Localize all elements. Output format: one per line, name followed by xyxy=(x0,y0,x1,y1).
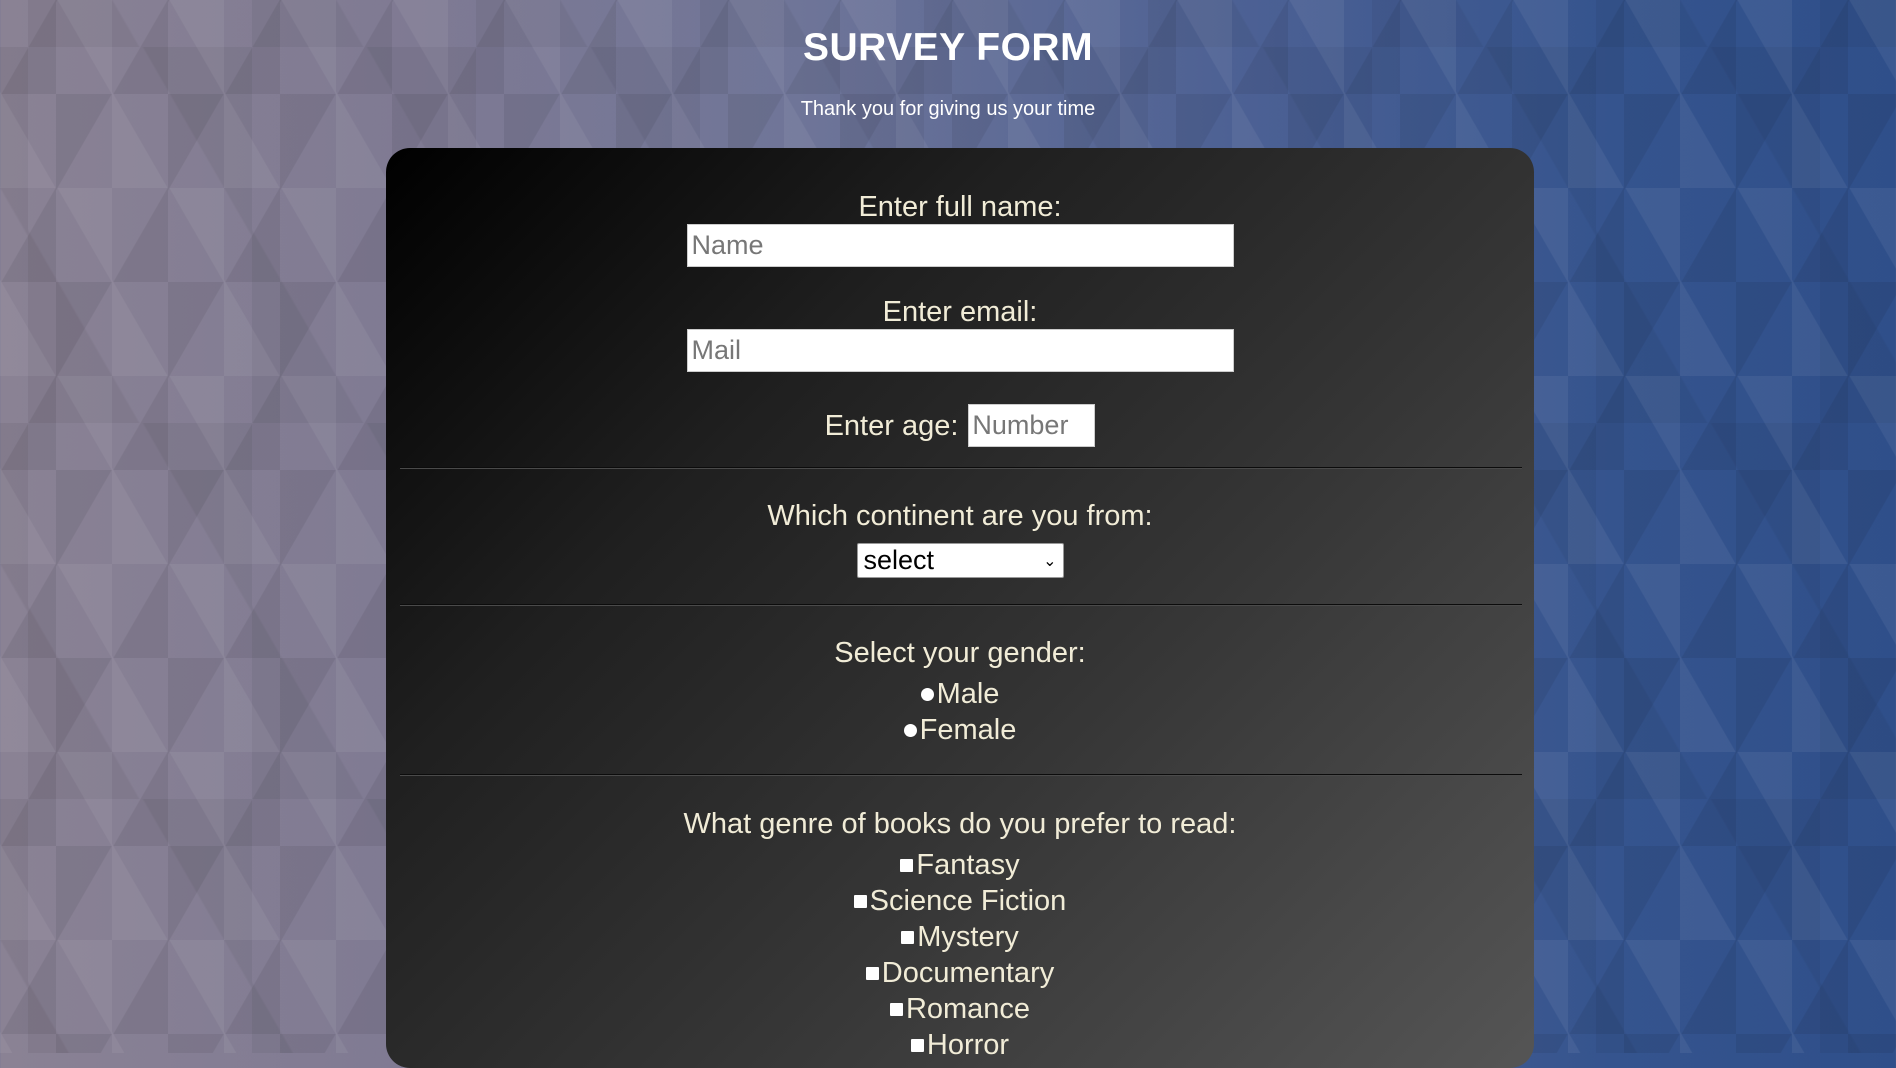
divider xyxy=(400,774,1522,776)
continent-select-value: select xyxy=(863,545,935,575)
genre-option-romance[interactable]: Romance xyxy=(400,991,1520,1027)
option-label: Male xyxy=(936,678,1000,710)
age-input[interactable] xyxy=(968,404,1096,447)
gender-section: Select your gender: Male Female xyxy=(400,636,1520,748)
checkbox[interactable] xyxy=(901,930,915,944)
option-label: Fantasy xyxy=(916,849,1020,881)
name-input[interactable] xyxy=(686,224,1234,267)
name-label: Enter full name: xyxy=(858,191,1062,223)
option-label: Science Fiction xyxy=(869,885,1067,917)
age-section: Enter age: xyxy=(400,404,1520,447)
divider xyxy=(400,467,1522,469)
radio-button[interactable] xyxy=(920,687,934,701)
continent-label: Which continent are you from: xyxy=(767,500,1153,532)
genre-option-mystery[interactable]: Mystery xyxy=(400,919,1520,955)
email-section: Enter email: xyxy=(400,295,1520,372)
option-label: Mystery xyxy=(917,921,1019,953)
divider xyxy=(400,604,1522,606)
genre-section: What genre of books do you prefer to rea… xyxy=(400,807,1520,1063)
chevron-down-icon: ⌄ xyxy=(1043,552,1057,570)
radio-button[interactable] xyxy=(903,723,917,737)
survey-form: Enter full name: Enter email: Enter age:… xyxy=(386,148,1534,1068)
checkbox[interactable] xyxy=(865,966,879,980)
genre-option-documentary[interactable]: Documentary xyxy=(400,955,1520,991)
gender-label: Select your gender: xyxy=(834,637,1086,669)
checkbox[interactable] xyxy=(853,894,867,908)
genre-label: What genre of books do you prefer to rea… xyxy=(683,808,1237,840)
email-input[interactable] xyxy=(686,329,1234,372)
checkbox[interactable] xyxy=(910,1038,924,1052)
email-label: Enter email: xyxy=(882,296,1038,328)
name-section: Enter full name: xyxy=(400,190,1520,267)
gender-option-female[interactable]: Female xyxy=(400,712,1520,748)
continent-select[interactable]: select ⌄ xyxy=(856,543,1064,578)
option-label: Documentary xyxy=(881,957,1055,989)
genre-option-horror[interactable]: Horror xyxy=(400,1027,1520,1063)
option-label: Horror xyxy=(926,1029,1010,1061)
checkbox[interactable] xyxy=(900,858,914,872)
gender-option-male[interactable]: Male xyxy=(400,676,1520,712)
genre-option-fantasy[interactable]: Fantasy xyxy=(400,847,1520,883)
checkbox[interactable] xyxy=(889,1002,903,1016)
option-label: Female xyxy=(919,714,1017,746)
page-title: SURVEY FORM xyxy=(802,26,1094,69)
page-subtitle: Thank you for giving us your time xyxy=(800,98,1096,120)
continent-section: Which continent are you from: select ⌄ xyxy=(400,499,1520,578)
option-label: Romance xyxy=(905,993,1031,1025)
genre-option-science-fiction[interactable]: Science Fiction xyxy=(400,883,1520,919)
age-label: Enter age: xyxy=(824,409,959,442)
